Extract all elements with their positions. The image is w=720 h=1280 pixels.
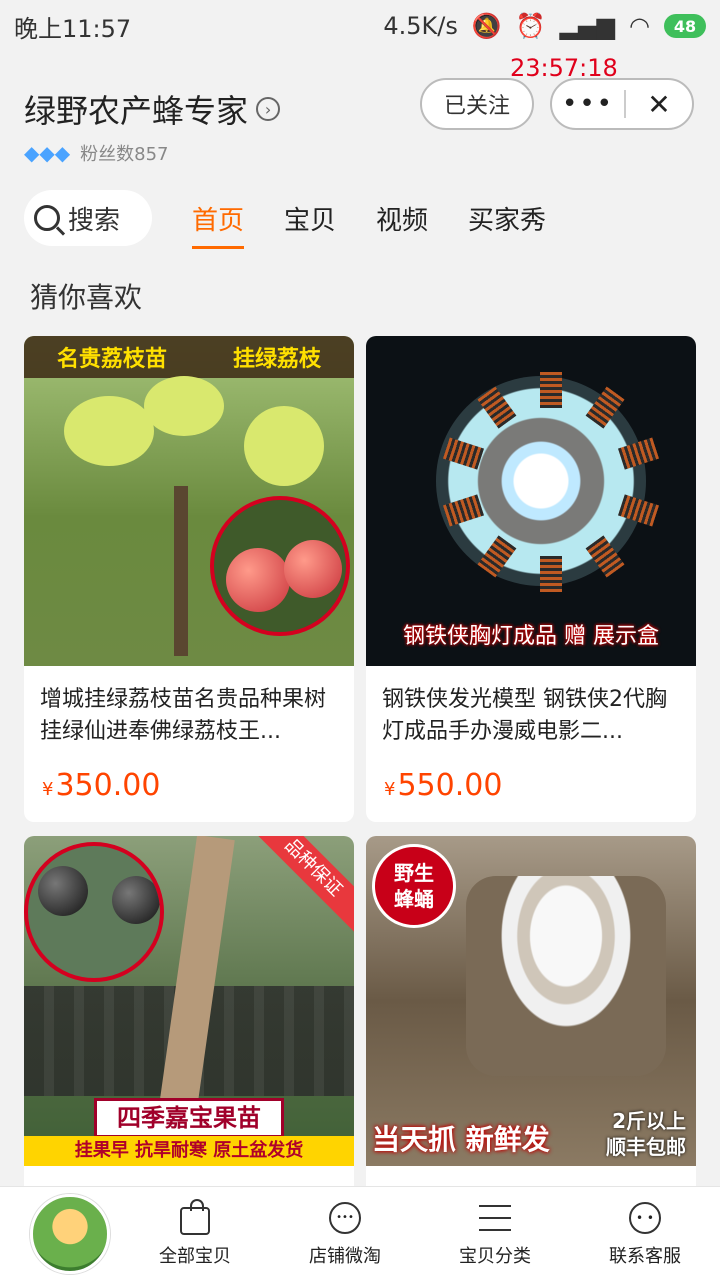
- lychee-fruit: [284, 540, 342, 598]
- nav-label: 宝贝分类: [459, 1245, 531, 1267]
- product-card[interactable]: 钢铁侠胸灯成品 赠 展示盒 钢铁侠发光模型 钢铁侠2代胸灯成品手办漫威电影二..…: [366, 336, 696, 822]
- chat-icon: • •: [627, 1200, 663, 1236]
- image-text: 蜂蛹: [394, 887, 434, 911]
- nav-all-products[interactable]: 全部宝贝: [120, 1198, 270, 1268]
- trunk-shape: [174, 486, 188, 656]
- signal-icon: ▂▄▆: [559, 12, 616, 40]
- fruit-inset: [210, 496, 350, 636]
- tab-videos[interactable]: 视频: [376, 200, 428, 237]
- image-banner: 名贵荔枝苗 挂绿荔枝: [24, 336, 354, 378]
- miniapp-capsule: ••• ✕: [550, 78, 694, 130]
- alarm-icon: ⏰: [515, 12, 546, 40]
- battery-icon: 48: [664, 14, 706, 38]
- follow-button[interactable]: 已关注: [420, 78, 534, 130]
- image-text: 钢铁侠胸灯成品 赠 展示盒: [403, 624, 659, 649]
- more-button[interactable]: •••: [552, 89, 624, 119]
- diamond-rating-icon: ◆◆◆: [24, 141, 71, 165]
- fruit-inset: [24, 842, 164, 982]
- chevron-right-icon: ›: [256, 97, 281, 121]
- search-label: 搜索: [68, 205, 121, 236]
- nav-shop-feed[interactable]: ••• 店铺微淘: [270, 1200, 420, 1268]
- jaboticaba-fruit: [112, 876, 160, 924]
- search-icon: [34, 205, 60, 231]
- bottom-nav: 全部宝贝 ••• 店铺微淘 宝贝分类 • • 联系客服: [0, 1186, 720, 1280]
- nav-label: 店铺微淘: [309, 1245, 381, 1267]
- product-title: 增城挂绿荔枝苗名贵品种果树挂绿仙进奉佛绿荔枝王...: [40, 687, 327, 744]
- section-title: 猜你喜欢: [30, 281, 143, 314]
- price-value: 350.00: [55, 768, 161, 803]
- network-speed: 4.5K/s: [383, 12, 458, 40]
- product-image: 野生 蜂蛹 当天抓 新鲜发 2斤以上 顺丰包邮: [366, 836, 696, 1166]
- nav-categories[interactable]: 宝贝分类: [420, 1200, 570, 1268]
- status-bar: 晚上11:57 4.5K/s 🔕 ⏰ ▂▄▆ ◠ 48: [0, 0, 720, 52]
- nav-customer-service[interactable]: • • 联系客服: [570, 1200, 720, 1268]
- coil-shape: [540, 556, 562, 592]
- product-price: ¥550.00: [384, 768, 502, 803]
- shop-header: 绿野农产蜂专家 › ◆◆◆ 粉丝数857 已关注 ••• ✕: [0, 52, 720, 172]
- nav-label: 联系客服: [609, 1245, 681, 1267]
- list-icon: [477, 1200, 513, 1236]
- tab-buyer-show[interactable]: 买家秀: [468, 200, 546, 237]
- shop-tabs: 搜索 首页 宝贝 视频 买家秀: [0, 186, 720, 250]
- shop-rating: ◆◆◆ 粉丝数857: [24, 140, 169, 166]
- image-text: 挂果早 抗旱耐寒 原土盆发货: [24, 1136, 354, 1166]
- product-image: 品种保证 四季嘉宝果苗 挂果早 抗旱耐寒 原土盆发货: [24, 836, 354, 1166]
- product-image: 钢铁侠胸灯成品 赠 展示盒: [366, 336, 696, 666]
- jaboticaba-fruit: [38, 866, 88, 916]
- image-text: 挂绿荔枝: [232, 347, 321, 372]
- leaf-shape: [244, 406, 324, 486]
- status-time: 晚上11:57: [14, 14, 132, 43]
- coil-shape: [540, 372, 562, 408]
- shop-name-link[interactable]: 绿野农产蜂专家 ›: [24, 86, 281, 132]
- image-text: 名贵荔枝苗: [56, 347, 167, 372]
- bag-icon: [177, 1198, 213, 1236]
- product-image: 名贵荔枝苗 挂绿荔枝: [24, 336, 354, 666]
- wild-badge: 野生 蜂蛹: [372, 844, 456, 928]
- nav-label: 全部宝贝: [159, 1245, 231, 1267]
- broadcast-icon: •••: [327, 1200, 363, 1236]
- product-card[interactable]: 名贵荔枝苗 挂绿荔枝 增城挂绿荔枝苗名贵品种果树挂绿仙进奉佛绿荔枝王... ¥3…: [24, 336, 354, 822]
- tab-products[interactable]: 宝贝: [284, 200, 336, 237]
- shop-logo[interactable]: [30, 1193, 110, 1274]
- product-grid: 名贵荔枝苗 挂绿荔枝 增城挂绿荔枝苗名贵品种果树挂绿仙进奉佛绿荔枝王... ¥3…: [24, 336, 696, 1280]
- image-text: 顺丰包邮: [606, 1135, 686, 1159]
- image-text: 2斤以上: [612, 1109, 686, 1133]
- shipping-caption: 2斤以上 顺丰包邮: [606, 1108, 686, 1160]
- leaf-shape: [64, 396, 154, 466]
- currency-symbol: ¥: [384, 779, 396, 800]
- currency-symbol: ¥: [42, 779, 54, 800]
- wifi-icon: ◠: [629, 12, 650, 40]
- lychee-fruit: [226, 548, 290, 612]
- mute-icon: 🔕: [471, 12, 502, 40]
- image-text: 四季嘉宝果苗: [94, 1098, 284, 1138]
- product-title: 钢铁侠发光模型 钢铁侠2代胸灯成品手办漫威电影二...: [382, 687, 667, 744]
- fans-count: 粉丝数857: [80, 144, 169, 165]
- product-price: ¥350.00: [42, 768, 160, 803]
- status-icons: 4.5K/s 🔕 ⏰ ▂▄▆ ◠ 48: [383, 12, 706, 40]
- tab-home[interactable]: 首页: [192, 200, 245, 249]
- image-text: 品种保证: [241, 836, 354, 940]
- search-button[interactable]: 搜索: [24, 190, 152, 246]
- close-button[interactable]: ✕: [626, 88, 692, 121]
- shop-name: 绿野农产蜂专家: [24, 92, 249, 130]
- image-text: 当天抓 新鲜发: [372, 1123, 550, 1156]
- price-value: 550.00: [397, 768, 503, 803]
- leaf-shape: [144, 376, 224, 436]
- image-text: 野生: [394, 861, 434, 885]
- honeycomb-shape: [466, 876, 666, 1076]
